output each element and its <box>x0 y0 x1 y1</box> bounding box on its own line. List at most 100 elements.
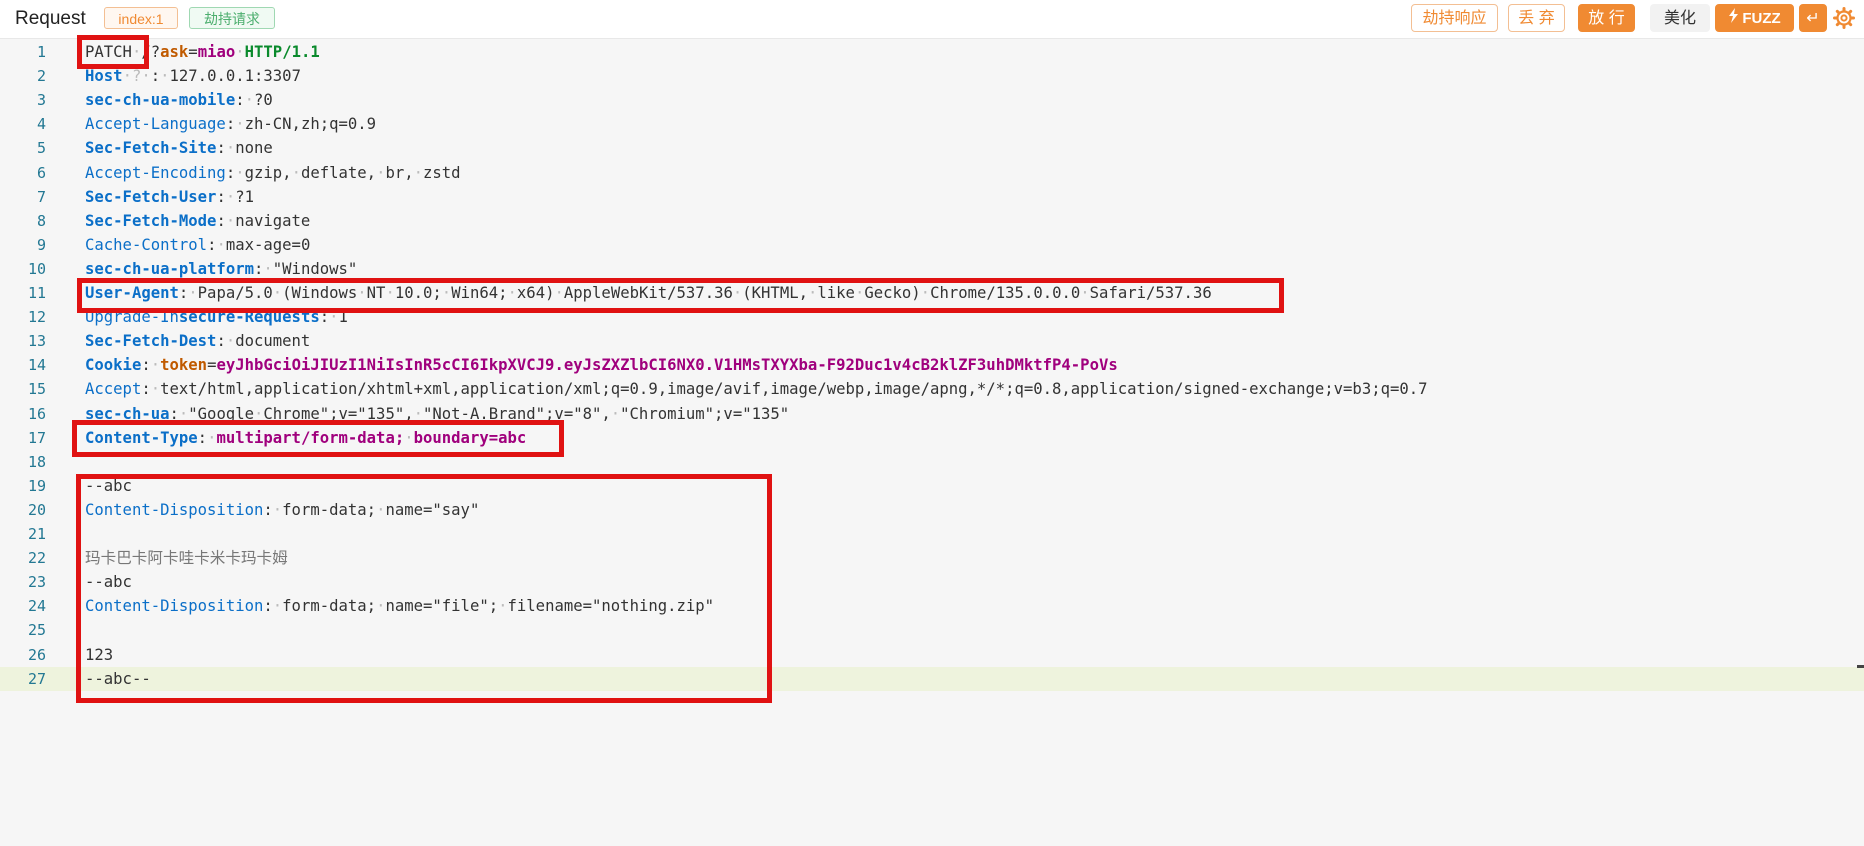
discard-button[interactable]: 丢 弃 <box>1508 4 1565 32</box>
whitespace-marker: · <box>291 163 301 182</box>
code-line[interactable]: 9 Cache-Control:·max-age=0 <box>0 233 1864 257</box>
code-line[interactable]: 27 --abc-- <box>0 666 1864 691</box>
beautify-button[interactable]: 美化 <box>1650 4 1710 32</box>
wrap-toggle-button[interactable]: ↵ <box>1799 4 1827 32</box>
code-token: "Google <box>188 404 254 423</box>
code-line[interactable]: 3 sec-ch-ua-mobile:·?0 <box>0 88 1864 112</box>
line-content: Sec-Fetch-Dest:·document <box>85 329 310 353</box>
whitespace-marker: · <box>498 597 508 616</box>
code-line[interactable]: 8 Sec-Fetch-Mode:·navigate <box>0 209 1864 233</box>
line-content: sec-ch-ua:·"Google·Chrome";v="135",·"Not… <box>85 402 789 426</box>
code-line[interactable]: 6 Accept-Encoding:·gzip,·deflate,·br,·zst… <box>0 161 1864 185</box>
code-token: : <box>263 500 273 519</box>
code-token: token <box>160 356 208 375</box>
code-line[interactable]: 18 <box>0 450 1864 474</box>
fuzz-label: FUZZ <box>1742 10 1781 27</box>
whitespace-marker: · <box>225 187 236 206</box>
whitespace-marker: · <box>254 404 264 423</box>
code-line[interactable]: 2 Host·?·:·127.0.0.1:3307 <box>0 64 1864 88</box>
code-line[interactable]: 12 Upgrade-Insecure-Requests:·1 <box>0 305 1864 329</box>
code-token: Content-Disposition <box>85 597 264 616</box>
whitespace-marker: · <box>1080 284 1090 302</box>
code-line[interactable]: 21 <box>0 522 1864 546</box>
code-line[interactable]: 1 PATCH·/?ask=miao·HTTP/1.1 <box>0 40 1864 64</box>
code-line[interactable]: 24 Content-Disposition:·form-data;·name="… <box>0 594 1864 618</box>
code-token: document <box>235 332 311 351</box>
whitespace-marker: · <box>235 43 245 61</box>
code-line[interactable]: 22 玛卡巴卡阿卡哇卡米卡玛卡姆 <box>0 546 1864 570</box>
hijack-response-button[interactable]: 劫持响应 <box>1411 4 1498 32</box>
code-token: PATCH <box>85 43 132 61</box>
code-token: : <box>225 115 236 134</box>
whitespace-marker: · <box>225 139 236 158</box>
code-line[interactable]: 7 Sec-Fetch-User:·?1 <box>0 185 1864 209</box>
code-token: Sec-Fetch-Mode <box>85 211 217 230</box>
wrap-icon: ↵ <box>1806 10 1820 27</box>
code-token: Win64; <box>451 284 508 302</box>
line-content: Cookie:·token=eyJhbGciOiJIUzI1NiIsInR5cC… <box>85 353 1118 377</box>
code-token: form-data; <box>282 597 377 616</box>
code-token: "Chromium";v="135" <box>620 404 790 423</box>
code-token: : <box>150 67 161 86</box>
line-number: 3 <box>36 91 46 110</box>
code-token: = <box>188 43 198 61</box>
code-line[interactable]: 26 123 <box>0 643 1864 667</box>
code-line[interactable]: 23 --abc <box>0 570 1864 594</box>
line-number: 25 <box>27 621 46 640</box>
code-line[interactable]: 5 Sec-Fetch-Site:·none <box>0 136 1864 160</box>
code-line[interactable]: 15 Accept:·text/html,application/xhtml+xm… <box>0 377 1864 401</box>
code-token: multipart/form-data; <box>216 428 405 447</box>
code-line[interactable]: 17 Content-Type:·multipart/form-data;·bou… <box>0 426 1864 450</box>
code-token: : <box>216 332 226 351</box>
line-content: Accept:·text/html,application/xhtml+xml,… <box>85 377 1428 401</box>
line-content: Sec-Fetch-Site:·none <box>85 136 273 160</box>
line-number: 15 <box>27 380 46 399</box>
code-line[interactable]: 11 User-Agent:·Papa/5.0·(Windows·NT·10.0;… <box>0 281 1864 305</box>
whitespace-marker: · <box>404 428 414 447</box>
code-token: Content-Disposition <box>85 500 264 519</box>
code-line[interactable]: 4 Accept-Language:·zh-CN,zh;q=0.9 <box>0 112 1864 136</box>
code-token: 玛卡巴卡阿卡哇卡米卡玛卡姆 <box>85 549 288 568</box>
whitespace-marker: · <box>150 356 161 375</box>
whitespace-marker: · <box>188 284 198 302</box>
code-token: name="say" <box>385 500 480 519</box>
code-token: /? <box>141 43 161 61</box>
code-token: none <box>235 139 273 158</box>
whitespace-marker: · <box>554 284 564 302</box>
code-token: miao <box>197 43 236 61</box>
whitespace-marker: · <box>216 235 226 254</box>
code-token: zh-CN,zh;q=0.9 <box>244 115 377 134</box>
whitespace-marker: · <box>272 284 283 302</box>
gear-icon[interactable] <box>1833 7 1855 29</box>
fuzz-button[interactable]: FUZZ <box>1715 4 1794 32</box>
code-line[interactable]: 14 Cookie:·token=eyJhbGciOiJIUzI1NiIsInR5… <box>0 353 1864 377</box>
code-token: (KHTML, <box>742 284 808 302</box>
code-token: : <box>216 139 226 158</box>
line-content: --abc <box>85 474 132 498</box>
code-line[interactable]: 19 --abc <box>0 474 1864 498</box>
code-token: navigate <box>235 211 311 230</box>
line-content: Content-Disposition:·form-data;·name="fi… <box>85 594 714 618</box>
line-content: PATCH·/?ask=miao·HTTP/1.1 <box>85 40 320 64</box>
code-token: gzip, <box>244 163 292 182</box>
line-number: 17 <box>27 428 46 447</box>
code-line[interactable]: 16 sec-ch-ua:·"Google·Chrome";v="135",·"N… <box>0 402 1864 426</box>
line-number: 18 <box>27 452 46 471</box>
code-line[interactable]: 10 sec-ch-ua-platform:·"Windows" <box>0 257 1864 281</box>
release-button[interactable]: 放 行 <box>1578 4 1635 32</box>
line-number: 10 <box>27 259 46 278</box>
code-line[interactable]: 13 Sec-Fetch-Dest:·document <box>0 329 1864 353</box>
code-token: sec-ch-ua <box>85 404 170 423</box>
code-token: : <box>141 380 151 399</box>
whitespace-marker: · <box>160 67 170 86</box>
code-token: : <box>235 91 245 110</box>
code-token: --abc-- <box>85 669 151 688</box>
line-number: 1 <box>36 43 46 61</box>
code-token: ask <box>160 43 189 61</box>
request-editor[interactable]: 1 PATCH·/?ask=miao·HTTP/1.1 2 Host·?·:·127.… <box>0 40 1864 846</box>
code-token: Accept <box>85 380 142 399</box>
code-line[interactable]: 20 Content-Disposition:·form-data;·name="… <box>0 498 1864 522</box>
code-line[interactable]: 25 <box>0 618 1864 642</box>
line-number: 6 <box>36 163 46 182</box>
code-token: 10.0; <box>394 284 442 302</box>
